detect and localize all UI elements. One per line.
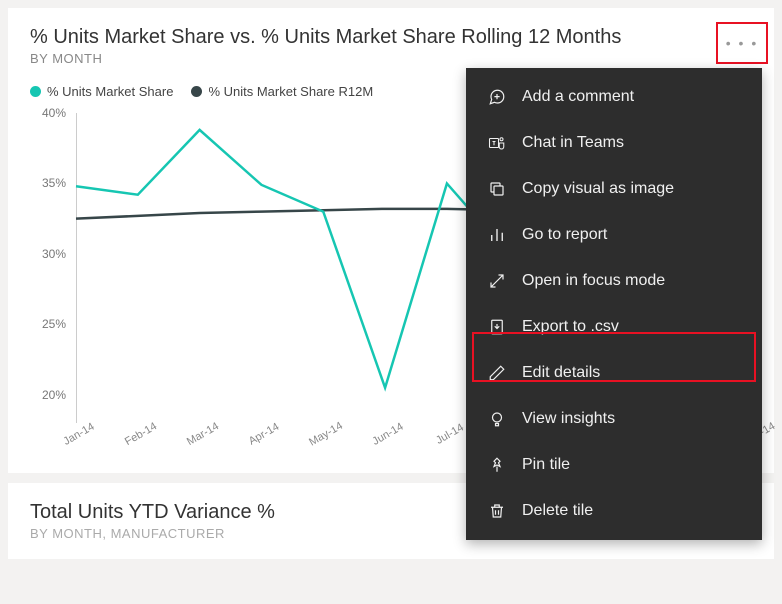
menu-label: View insights [522,410,615,428]
menu-label: Export to .csv [522,318,619,336]
menu-label: Add a comment [522,88,634,106]
menu-label: Copy visual as image [522,180,674,198]
tile-subtitle: BY MONTH [30,51,752,66]
delete-icon [488,502,506,520]
menu-label: Open in focus mode [522,272,665,290]
insights-icon [488,410,506,428]
y-tick: 20% [42,388,66,402]
legend-item-series2[interactable]: % Units Market Share R12M [191,84,373,99]
copy-icon [488,180,506,198]
legend-swatch-series1 [30,86,41,97]
x-tick: Jun-14 [371,421,406,448]
menu-add-comment[interactable]: Add a comment [466,74,762,120]
legend-label-series1: % Units Market Share [47,84,173,99]
focus-icon [488,272,506,290]
menu-view-insights[interactable]: View insights [466,396,762,442]
x-tick: Mar-14 [185,420,221,448]
menu-label: Delete tile [522,502,593,520]
menu-delete-tile[interactable]: Delete tile [466,488,762,534]
menu-label: Edit details [522,364,600,382]
y-tick: 30% [42,247,66,261]
pin-icon [488,456,506,474]
menu-open-focus[interactable]: Open in focus mode [466,258,762,304]
edit-icon [488,364,506,382]
tile-title: % Units Market Share vs. % Units Market … [30,26,752,49]
menu-chat-teams[interactable]: Chat in Teams [466,120,762,166]
legend-item-series1[interactable]: % Units Market Share [30,84,173,99]
menu-label: Chat in Teams [522,134,624,152]
y-tick: 35% [42,176,66,190]
teams-icon [488,134,506,152]
y-axis: 40%35%30%25%20% [36,113,72,423]
x-tick: Feb-14 [123,420,159,448]
menu-label: Pin tile [522,456,570,474]
y-tick: 40% [42,106,66,120]
context-menu: Add a comment Chat in Teams Copy visual … [466,68,762,540]
x-tick: May-14 [307,420,345,449]
x-tick: Jan-14 [61,421,96,448]
menu-export-csv[interactable]: Export to .csv [466,304,762,350]
menu-edit-details[interactable]: Edit details [466,350,762,396]
menu-copy-visual[interactable]: Copy visual as image [466,166,762,212]
legend-label-series2: % Units Market Share R12M [208,84,373,99]
x-tick: Apr-14 [247,421,282,448]
x-tick: Jul-14 [434,422,466,447]
comment-icon [488,88,506,106]
export-icon [488,318,506,336]
menu-go-report[interactable]: Go to report [466,212,762,258]
menu-pin-tile[interactable]: Pin tile [466,442,762,488]
legend-swatch-series2 [191,86,202,97]
y-tick: 25% [42,317,66,331]
more-options-button[interactable]: • • • [722,28,762,58]
report-icon [488,226,506,244]
menu-label: Go to report [522,226,607,244]
